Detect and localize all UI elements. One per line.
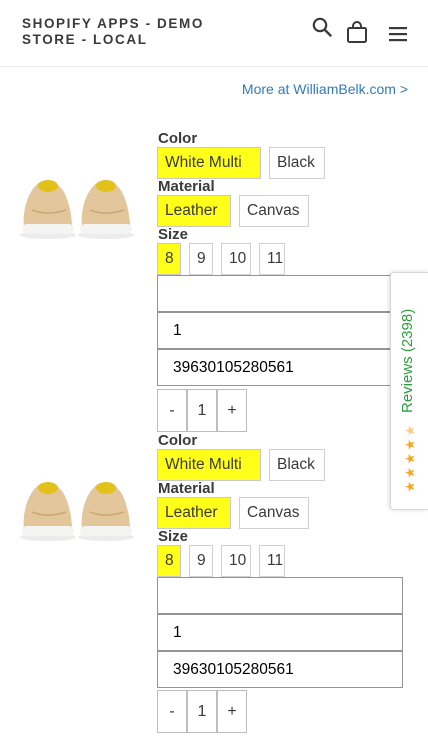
reviews-count-label: Reviews (2398) bbox=[399, 308, 416, 413]
quantity-input[interactable]: 1 bbox=[157, 614, 403, 651]
quantity-value[interactable]: 1 bbox=[187, 389, 217, 432]
material-option-canvas[interactable]: Canvas bbox=[239, 195, 309, 227]
size-option-10[interactable]: 10 bbox=[221, 243, 251, 275]
variant-id-input[interactable]: 39630105280561 bbox=[157, 651, 403, 688]
search-icon[interactable] bbox=[309, 14, 335, 40]
size-option-8[interactable]: 8 bbox=[157, 545, 181, 577]
sneaker-image bbox=[20, 180, 134, 239]
decrement-button[interactable]: - bbox=[157, 690, 187, 733]
sneaker-image bbox=[20, 482, 134, 541]
size-option-11[interactable]: 11 bbox=[259, 243, 285, 275]
size-label: Size bbox=[158, 226, 189, 243]
size-option-9[interactable]: 9 bbox=[189, 545, 213, 577]
color-option-white-multi[interactable]: White Multi bbox=[157, 449, 261, 481]
material-option-leather[interactable]: Leather bbox=[157, 195, 231, 227]
quantity-value[interactable]: 1 bbox=[187, 690, 217, 733]
star-icon: ★ bbox=[402, 438, 418, 451]
variant-id-input[interactable]: 39630105280561 bbox=[157, 349, 403, 386]
reviews-tab[interactable]: Reviews (2398) ★ ★ ★ ★ ★ bbox=[390, 272, 428, 510]
store-title[interactable]: SHOPIFY APPS - DEMO STORE - LOCAL bbox=[22, 16, 222, 48]
half-star-icon: ★ bbox=[402, 424, 418, 437]
color-option-black[interactable]: Black bbox=[269, 449, 325, 481]
color-option-black[interactable]: Black bbox=[269, 147, 325, 179]
size-option-8[interactable]: 8 bbox=[157, 243, 181, 275]
color-option-white-multi[interactable]: White Multi bbox=[157, 147, 261, 179]
material-label: Material bbox=[158, 480, 215, 497]
star-icon: ★ bbox=[402, 480, 418, 493]
quantity-input[interactable]: 1 bbox=[157, 312, 403, 349]
size-label: Size bbox=[158, 528, 189, 545]
cart-icon[interactable] bbox=[344, 19, 370, 45]
blank-input[interactable] bbox=[157, 577, 403, 614]
size-option-10[interactable]: 10 bbox=[221, 545, 251, 577]
color-label: Color bbox=[158, 432, 198, 449]
menu-icon[interactable] bbox=[385, 21, 411, 47]
increment-button[interactable]: + bbox=[217, 389, 247, 432]
star-icon: ★ bbox=[402, 466, 418, 479]
site-header: SHOPIFY APPS - DEMO STORE - LOCAL bbox=[0, 0, 428, 67]
blank-input[interactable] bbox=[157, 275, 403, 312]
material-label: Material bbox=[158, 178, 215, 195]
material-option-canvas[interactable]: Canvas bbox=[239, 497, 309, 529]
color-label: Color bbox=[158, 130, 198, 147]
more-at-williambelk-link[interactable]: More at WilliamBelk.com > bbox=[242, 81, 408, 97]
material-option-leather[interactable]: Leather bbox=[157, 497, 231, 529]
star-rating: ★ ★ ★ ★ ★ bbox=[402, 423, 418, 493]
decrement-button[interactable]: - bbox=[157, 389, 187, 432]
size-option-9[interactable]: 9 bbox=[189, 243, 213, 275]
increment-button[interactable]: + bbox=[217, 690, 247, 733]
star-icon: ★ bbox=[402, 452, 418, 465]
size-option-11[interactable]: 11 bbox=[259, 545, 285, 577]
